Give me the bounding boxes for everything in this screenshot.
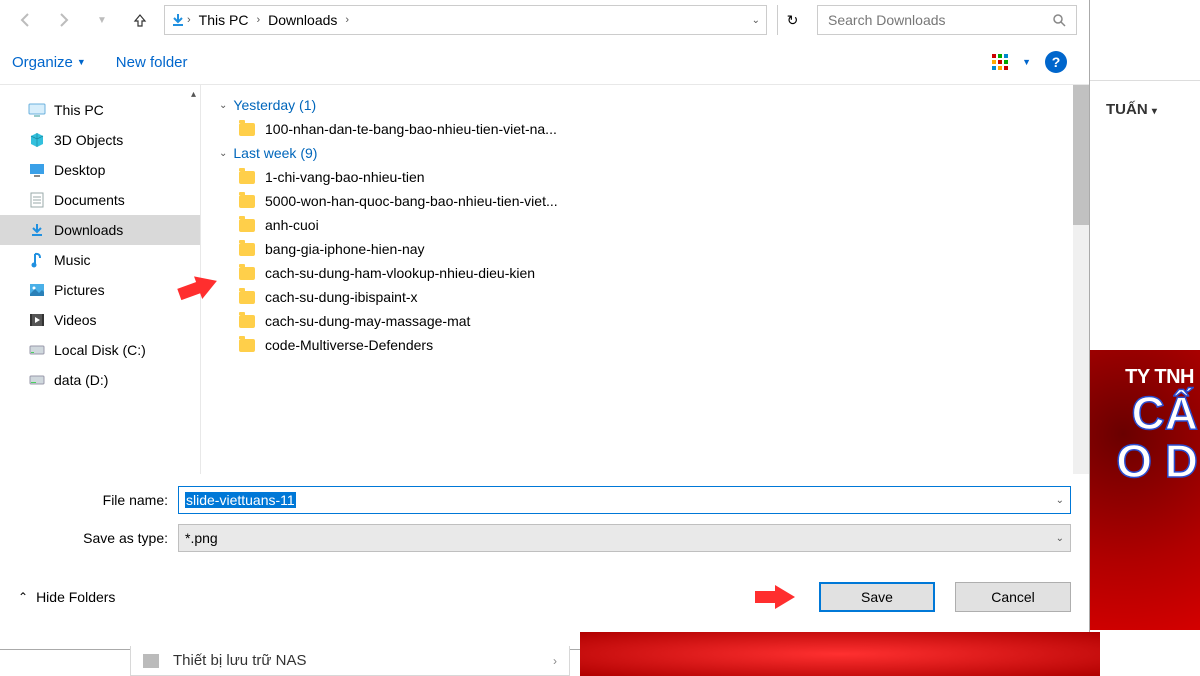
sidebar-item-downloads[interactable]: Downloads — [0, 215, 200, 245]
refresh-button[interactable]: ↻ — [777, 5, 807, 35]
group-header-last-week[interactable]: ⌄ Last week (9) — [211, 141, 1089, 165]
filename-label: File name: — [18, 492, 178, 508]
new-folder-button[interactable]: New folder — [116, 54, 188, 71]
nas-icon — [143, 654, 159, 668]
sidebar-item-pictures[interactable]: Pictures — [0, 275, 200, 305]
list-item[interactable]: 1-chi-vang-bao-nhieu-tien — [211, 165, 1089, 189]
desktop-icon — [28, 161, 46, 179]
pc-icon — [28, 101, 46, 119]
background-tab[interactable]: TUẤN ▾ — [1090, 81, 1200, 118]
scrollbar-thumb[interactable] — [1073, 85, 1089, 225]
hide-folders-button[interactable]: ⌃ Hide Folders — [18, 589, 115, 605]
list-item[interactable]: cach-su-dung-ham-vlookup-nhieu-dieu-kien — [211, 261, 1089, 285]
chevron-up-icon: ⌃ — [18, 590, 28, 604]
breadcrumb-folder[interactable]: Downloads — [262, 12, 343, 28]
folder-icon — [239, 195, 255, 208]
list-item[interactable]: cach-su-dung-ibispaint-x — [211, 285, 1089, 309]
annotation-arrow — [755, 582, 799, 612]
sidebar-item-documents[interactable]: Documents — [0, 185, 200, 215]
save-button[interactable]: Save — [819, 582, 935, 612]
address-bar[interactable]: › This PC › Downloads › ⌄ — [164, 5, 767, 35]
dropdown-icon[interactable]: ⌄ — [1056, 495, 1064, 506]
list-item[interactable]: anh-cuoi — [211, 213, 1089, 237]
toolbar: Organize▼ New folder ▼ ? — [0, 40, 1089, 84]
folder-icon — [239, 315, 255, 328]
filename-input[interactable]: slide-viettuans-11 ⌄ — [178, 486, 1071, 514]
sidebar-item-desktop[interactable]: Desktop — [0, 155, 200, 185]
folder-icon — [239, 339, 255, 352]
folder-icon — [239, 291, 255, 304]
folder-icon — [239, 267, 255, 280]
dialog-footer: ⌃ Hide Folders Save Cancel — [0, 562, 1089, 624]
list-item[interactable]: code-Multiverse-Defenders — [211, 333, 1089, 357]
cube-icon — [28, 131, 46, 149]
sidebar-item-3d-objects[interactable]: 3D Objects — [0, 125, 200, 155]
folder-icon — [239, 219, 255, 232]
group-header-yesterday[interactable]: ⌄ Yesterday (1) — [211, 93, 1089, 117]
folder-icon — [239, 123, 255, 136]
help-icon[interactable]: ? — [1045, 51, 1067, 73]
sidebar-item-data-d[interactable]: data (D:) — [0, 365, 200, 395]
background-promo: TY TNH CẤ O D — [1090, 350, 1200, 630]
save-type-value: *.png — [185, 530, 218, 546]
form-area: File name: slide-viettuans-11 ⌄ Save as … — [0, 474, 1089, 552]
filename-value: slide-viettuans-11 — [185, 492, 296, 508]
organize-menu[interactable]: Organize▼ — [12, 54, 86, 71]
search-icon — [1052, 13, 1066, 27]
save-type-select[interactable]: *.png ⌄ — [178, 524, 1071, 552]
sidebar-item-videos[interactable]: Videos — [0, 305, 200, 335]
downloads-icon — [171, 13, 185, 27]
scroll-up-icon[interactable]: ▴ — [191, 89, 196, 100]
save-type-label: Save as type: — [18, 530, 178, 546]
list-item[interactable]: cach-su-dung-may-massage-mat — [211, 309, 1089, 333]
disk-icon — [28, 371, 46, 389]
sidebar: ▴ This PC 3D Objects Desktop Documents D… — [0, 85, 200, 474]
main-area: ▴ This PC 3D Objects Desktop Documents D… — [0, 84, 1089, 474]
music-icon — [28, 251, 46, 269]
sidebar-item-this-pc[interactable]: This PC — [0, 95, 200, 125]
folder-icon — [239, 171, 255, 184]
documents-icon — [28, 191, 46, 209]
chevron-icon: › — [254, 14, 262, 26]
folder-icon — [239, 243, 255, 256]
downloads-icon — [28, 221, 46, 239]
background-nav-item[interactable]: Thiết bị lưu trữ NAS › — [130, 646, 570, 676]
up-button[interactable] — [126, 6, 154, 34]
caret-down-icon[interactable]: ▼ — [1022, 57, 1031, 67]
list-item[interactable]: 100-nhan-dan-te-bang-bao-nhieu-tien-viet… — [211, 117, 1089, 141]
chevron-icon: › — [185, 14, 193, 26]
address-dropdown[interactable]: ⌄ — [752, 15, 760, 26]
forward-button[interactable] — [50, 6, 78, 34]
sidebar-item-music[interactable]: Music — [0, 245, 200, 275]
file-list: ⌄ Yesterday (1) 100-nhan-dan-te-bang-bao… — [200, 85, 1089, 474]
background-promo-strip — [580, 632, 1100, 676]
pictures-icon — [28, 281, 46, 299]
address-row: ▼ › This PC › Downloads › ⌄ ↻ Search Dow… — [0, 0, 1089, 40]
sidebar-item-local-disk-c[interactable]: Local Disk (C:) — [0, 335, 200, 365]
search-input[interactable]: Search Downloads — [817, 5, 1077, 35]
recent-dropdown[interactable]: ▼ — [88, 6, 116, 34]
breadcrumb-root[interactable]: This PC — [193, 12, 255, 28]
chevron-icon: › — [343, 14, 351, 26]
collapse-icon: ⌄ — [219, 148, 227, 159]
back-button[interactable] — [12, 6, 40, 34]
view-options-icon[interactable] — [992, 54, 1008, 70]
cancel-button[interactable]: Cancel — [955, 582, 1071, 612]
chevron-right-icon: › — [553, 654, 557, 668]
save-dialog: ▼ › This PC › Downloads › ⌄ ↻ Search Dow… — [0, 0, 1090, 650]
collapse-icon: ⌄ — [219, 100, 227, 111]
videos-icon — [28, 311, 46, 329]
caret-down-icon: ▼ — [77, 57, 86, 67]
dropdown-icon[interactable]: ⌄ — [1056, 533, 1064, 544]
search-placeholder: Search Downloads — [828, 12, 946, 28]
list-item[interactable]: bang-gia-iphone-hien-nay — [211, 237, 1089, 261]
disk-icon — [28, 341, 46, 359]
list-item[interactable]: 5000-won-han-quoc-bang-bao-nhieu-tien-vi… — [211, 189, 1089, 213]
